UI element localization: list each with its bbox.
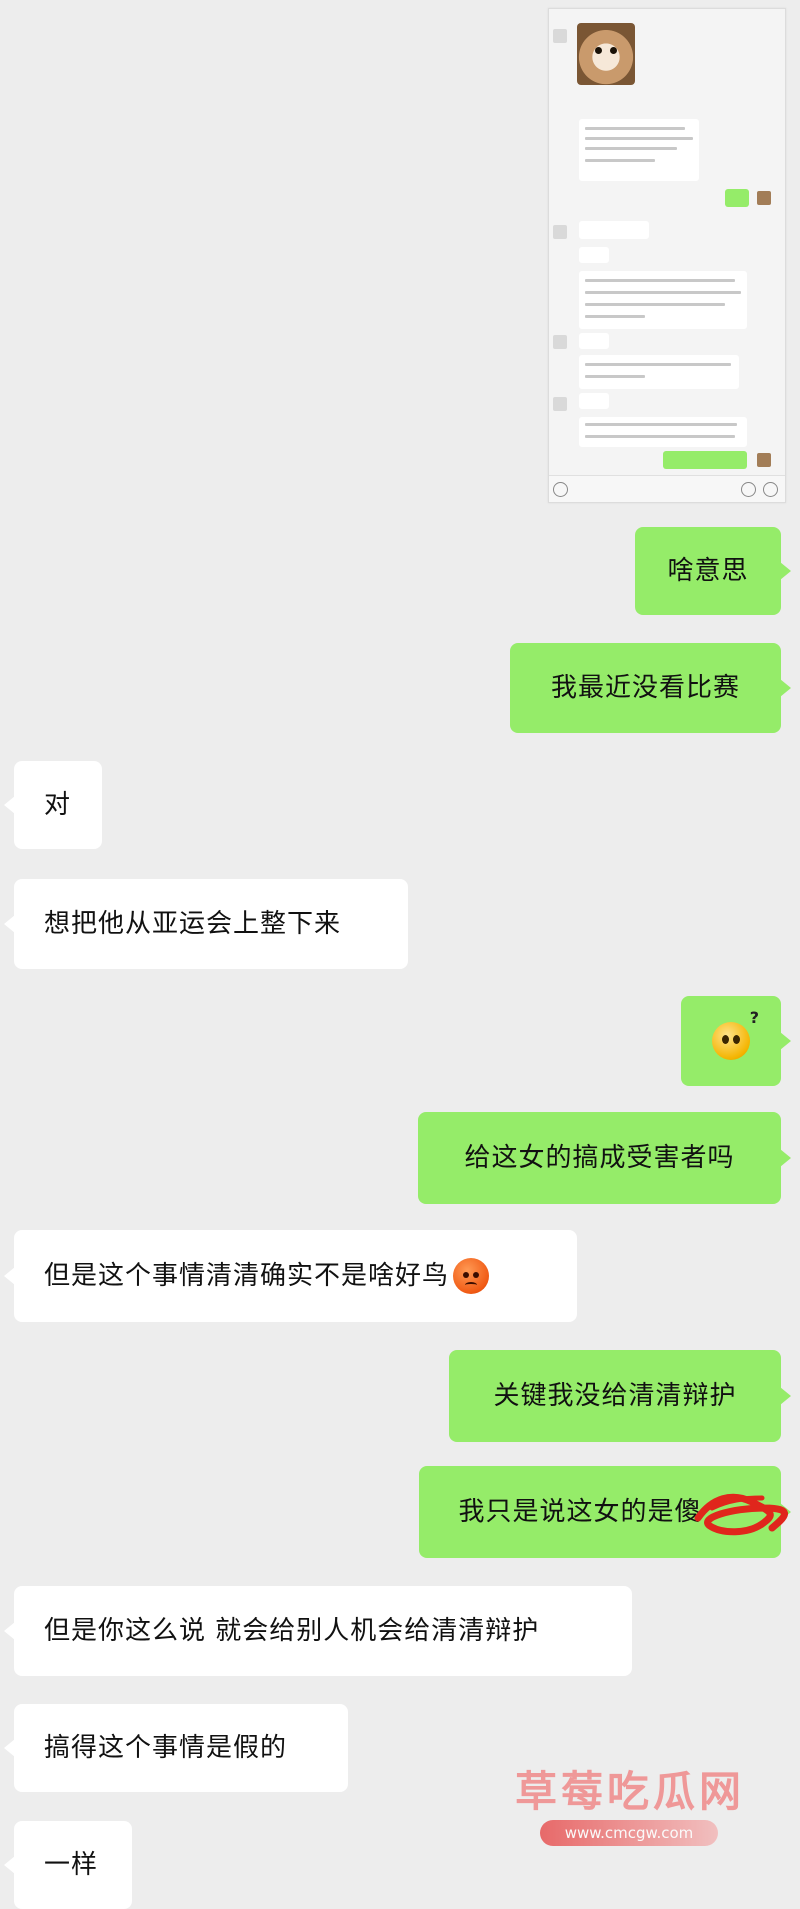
message-text: 关键我没给清清辩护	[493, 1381, 737, 1411]
red-scribble-overlay	[694, 1493, 788, 1536]
received-message[interactable]: 一样	[4, 1821, 132, 1909]
sent-emoji-message[interactable]: ?	[681, 996, 791, 1086]
message-text: 搞得这个事情是假的	[44, 1733, 288, 1763]
received-message[interactable]: 对	[4, 761, 102, 849]
received-message[interactable]: 搞得这个事情是假的	[4, 1704, 348, 1792]
received-message[interactable]: 但是你这么说 就会给别人机会给清清辩护	[4, 1586, 632, 1676]
sent-message[interactable]: 我最近没看比赛	[510, 643, 791, 733]
message-text: 对	[44, 790, 72, 820]
message-text: 我最近没看比赛	[550, 673, 740, 703]
angry-emoji-icon	[453, 1258, 490, 1294]
message-text: 给这女的搞成受害者吗	[464, 1143, 735, 1173]
message-text: 想把他从亚运会上整下来	[44, 909, 342, 939]
sent-message[interactable]: 啥意思	[635, 527, 791, 615]
message-text: 我只是说这女的是傻	[458, 1497, 702, 1527]
message-text: 但是这个事情清清确实不是啥好鸟	[44, 1261, 450, 1291]
embedded-chat-screenshot	[548, 8, 786, 503]
message-text: 一样	[44, 1850, 99, 1880]
received-message[interactable]: 想把他从亚运会上整下来	[4, 879, 408, 969]
message-text: 啥意思	[667, 556, 749, 586]
message-text: 但是你这么说 就会给别人机会给清清辩护	[44, 1616, 540, 1646]
received-message[interactable]: 但是这个事情清清确实不是啥好鸟	[4, 1230, 577, 1322]
sent-message[interactable]: 给这女的搞成受害者吗	[418, 1112, 791, 1204]
confused-question-emoji-icon: ?	[712, 1010, 759, 1060]
watermark-title: 草莓吃瓜网	[515, 1767, 746, 1816]
embedded-input-bar	[549, 475, 785, 502]
sent-message[interactable]: 关键我没给清清辩护	[449, 1350, 791, 1442]
hamster-image	[577, 23, 635, 85]
watermark-url: www.cmcgw.com	[540, 1820, 718, 1846]
